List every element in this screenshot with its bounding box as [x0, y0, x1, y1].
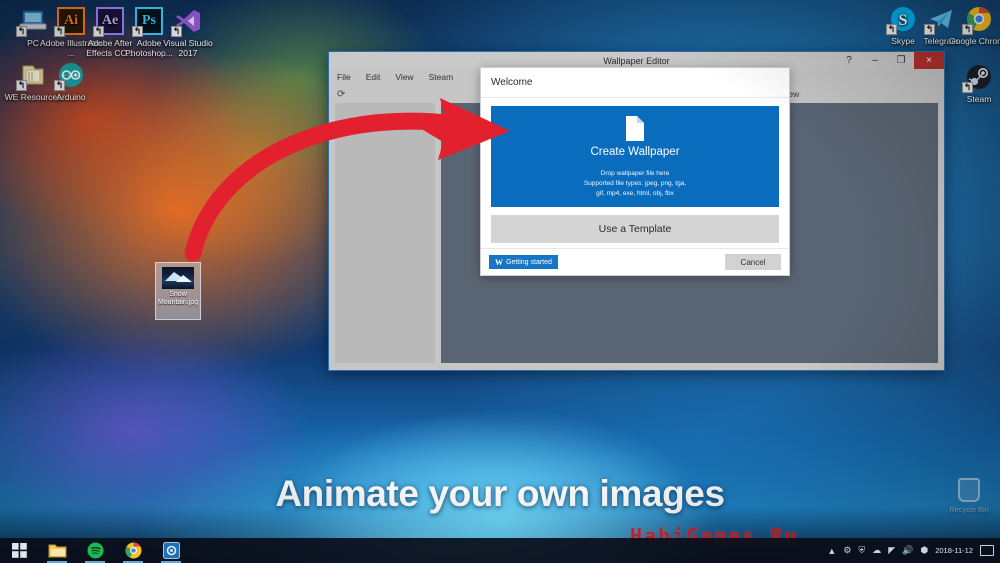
document-icon [624, 115, 646, 142]
cancel-label: Cancel [740, 257, 766, 267]
steam-icon: ↰ [962, 62, 994, 93]
desktop-icon-google-chrome[interactable]: ↰ Google Chrome [948, 4, 1000, 47]
window-controls[interactable]: ? – ❐ × [836, 52, 944, 69]
network-icon[interactable]: ◤ [888, 545, 895, 556]
minimize-button[interactable]: – [862, 52, 888, 69]
welcome-title: Welcome [491, 77, 533, 88]
getting-started-label: Getting started [506, 258, 552, 266]
visual-studio-icon: ↰ [171, 6, 203, 37]
bluetooth-icon[interactable]: ⬢ [920, 545, 928, 556]
notification-icon[interactable] [980, 545, 994, 556]
refresh-icon[interactable]: ⟳ [337, 89, 345, 100]
taskbar-start-button[interactable] [0, 538, 38, 563]
maximize-button[interactable]: ❐ [888, 52, 914, 69]
create-wallpaper-dropzone[interactable]: Create Wallpaper Drop wallpaper file her… [491, 106, 779, 207]
desktop-icon-label: Arduino [56, 92, 86, 102]
desktop-file-label: Snow Mountain.jpg [157, 291, 199, 306]
arduino-icon: ↰ [54, 60, 86, 91]
menu-item-steam[interactable]: Steam [429, 72, 454, 82]
drop-hint-line: Drop wallpaper file here [600, 170, 670, 177]
use-a-template-button[interactable]: Use a Template [491, 215, 779, 243]
welcome-dialog-body: Create Wallpaper Drop wallpaper file her… [481, 98, 789, 248]
wallpaper-engine-badge-icon: W [495, 257, 503, 267]
cloud-icon[interactable]: ☁ [872, 545, 881, 556]
taskbar-spotify[interactable] [76, 538, 114, 563]
menu-item-edit[interactable]: Edit [366, 72, 381, 82]
desktop-icon-visual-studio[interactable]: ↰ Visual Studio 2017 [157, 6, 219, 58]
desktop[interactable]: ↰ PC Ai ↰ Adobe Illustrator ... Ae ↰ Ado… [0, 0, 1000, 563]
shortcut-overlay-icon: ↰ [886, 24, 897, 35]
shortcut-overlay-icon: ↰ [924, 24, 935, 35]
shortcut-overlay-icon: ↰ [54, 80, 65, 91]
cancel-button[interactable]: Cancel [725, 254, 781, 270]
taskbar-chrome[interactable] [114, 538, 152, 563]
taskbar-wallpaper-engine[interactable] [152, 538, 190, 563]
menu-item-view[interactable]: View [395, 72, 413, 82]
overlay-headline: Animate your own images [275, 473, 725, 514]
welcome-dialog[interactable]: Welcome Create Wallpaper Drop wallpaper … [480, 67, 790, 276]
svg-text:S: S [899, 12, 908, 29]
create-wallpaper-hint: Drop wallpaper file here Supported file … [491, 169, 779, 199]
shortcut-overlay-icon: ↰ [171, 26, 182, 37]
welcome-dialog-footer: W Getting started Cancel [481, 248, 789, 275]
shortcut-overlay-icon: ↰ [54, 26, 65, 37]
volume-icon[interactable]: 🔊 [902, 545, 913, 556]
desktop-icon-label: Visual Studio 2017 [163, 38, 213, 58]
getting-started-button[interactable]: W Getting started [489, 255, 558, 269]
close-button[interactable]: × [914, 52, 944, 69]
shortcut-overlay-icon: ↰ [962, 82, 973, 93]
editor-properties-panel[interactable] [335, 103, 435, 363]
system-tray[interactable]: ▲ ⚙ ⛨ ☁ ◤ 🔊 ⬢ 2018-11-12 [827, 538, 1000, 563]
desktop-file-snow-mountain[interactable]: Snow Mountain.jpg [155, 262, 201, 320]
desktop-icon-label: Google Chrome [948, 36, 1000, 46]
shortcut-overlay-icon: ↰ [93, 26, 104, 37]
shortcut-overlay-icon: ↰ [16, 80, 27, 91]
file-thumbnail [162, 267, 194, 289]
welcome-dialog-header: Welcome [481, 68, 789, 98]
wallpaper-engine-tray-icon[interactable]: ⚙ [843, 545, 851, 556]
taskbar-file-explorer[interactable] [38, 538, 76, 563]
desktop-icon-arduino[interactable]: ↰ Arduino [40, 60, 102, 103]
menu-item-file[interactable]: File [337, 72, 351, 82]
window-title: Wallpaper Editor [603, 55, 670, 66]
supported-types-line-2: gif, mp4, exe, html, obj, fbx [596, 190, 674, 197]
taskbar-items[interactable] [0, 538, 190, 563]
use-a-template-label: Use a Template [598, 223, 672, 235]
shortcut-overlay-icon: ↰ [132, 26, 143, 37]
shield-icon[interactable]: ⛨ [858, 545, 865, 556]
desktop-icon-steam[interactable]: ↰ Steam [948, 62, 1000, 105]
create-wallpaper-title: Create Wallpaper [590, 146, 680, 158]
help-button[interactable]: ? [836, 52, 862, 69]
chrome-icon: ↰ [962, 4, 994, 35]
shortcut-overlay-icon: ↰ [16, 26, 27, 37]
chevron-up-icon[interactable]: ▲ [827, 546, 836, 556]
taskbar-clock[interactable]: 2018-11-12 [935, 546, 973, 555]
taskbar[interactable]: ▲ ⚙ ⛨ ☁ ◤ 🔊 ⬢ 2018-11-12 [0, 538, 1000, 563]
supported-types-line-1: Supported file types: jpeg, png, tga, [583, 180, 687, 187]
shortcut-overlay-icon: ↰ [962, 24, 973, 35]
desktop-icon-label: Steam [966, 94, 992, 104]
